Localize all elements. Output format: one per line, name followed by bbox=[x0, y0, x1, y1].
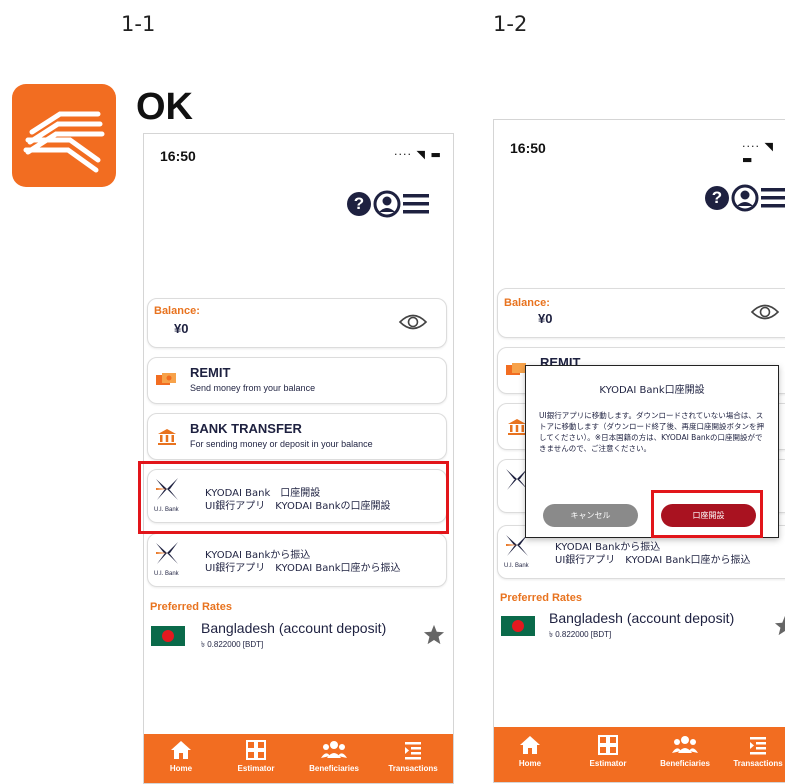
ok-label: OK bbox=[136, 86, 193, 128]
balance-card: Balance: ¥0 bbox=[147, 298, 447, 348]
bank-icon bbox=[508, 419, 526, 435]
bottom-nav: Home Estimator Beneficiaries Transaction… bbox=[494, 727, 785, 782]
home-icon bbox=[520, 736, 540, 754]
help-icon[interactable]: ? bbox=[347, 192, 371, 216]
ui-bank-logo-text: U.I. Bank bbox=[154, 571, 179, 577]
menu-icon[interactable] bbox=[761, 187, 785, 209]
calculator-icon bbox=[246, 740, 266, 760]
ui-bank-logo-text: U.I. Bank bbox=[504, 563, 529, 569]
bangladesh-flag-icon bbox=[151, 626, 185, 646]
nav-estimator[interactable]: Estimator bbox=[578, 735, 638, 768]
nav-home[interactable]: Home bbox=[151, 740, 211, 773]
ui-bank-star-icon bbox=[156, 542, 178, 564]
home-icon bbox=[171, 741, 191, 759]
highlight-box-open-button bbox=[651, 490, 763, 538]
remit-card[interactable]: REMIT Send money from your balance bbox=[147, 357, 447, 404]
profile-icon[interactable] bbox=[373, 190, 401, 218]
rate-name[interactable]: Bangladesh (account deposit) bbox=[201, 620, 386, 636]
nav-home-label: Home bbox=[518, 759, 542, 768]
menu-icon[interactable] bbox=[403, 193, 429, 215]
nav-beneficiaries[interactable]: Beneficiaries bbox=[655, 735, 715, 768]
nav-beneficiaries[interactable]: Beneficiaries bbox=[304, 740, 364, 773]
nav-transactions-label: Transactions bbox=[388, 764, 438, 773]
status-time: 16:50 bbox=[510, 140, 546, 156]
nav-beneficiaries-label: Beneficiaries bbox=[309, 764, 359, 773]
bank-transfer-card[interactable]: BANK TRANSFER For sending money or depos… bbox=[147, 413, 447, 460]
nav-transactions-label: Transactions bbox=[733, 759, 783, 768]
star-icon[interactable] bbox=[774, 615, 785, 636]
star-icon[interactable] bbox=[423, 624, 445, 645]
nav-estimator[interactable]: Estimator bbox=[226, 740, 286, 773]
list-icon bbox=[405, 742, 421, 760]
remit-icon bbox=[156, 373, 176, 385]
bank-icon bbox=[158, 429, 176, 445]
eye-icon[interactable] bbox=[398, 311, 428, 333]
remit-subtitle: Send money from your balance bbox=[190, 383, 316, 393]
nav-home-label: Home bbox=[169, 764, 193, 773]
nav-home[interactable]: Home bbox=[500, 735, 560, 768]
list-icon bbox=[750, 737, 766, 755]
bottom-nav: Home Estimator Beneficiaries Transaction… bbox=[144, 734, 453, 783]
app-logo bbox=[12, 84, 116, 187]
nav-transactions[interactable]: Transactions bbox=[728, 735, 785, 768]
nav-beneficiaries-label: Beneficiaries bbox=[660, 759, 710, 768]
dialog-title: KYODAI Bank口座開設 bbox=[599, 385, 705, 396]
step-label-1-2: 1-2 bbox=[493, 12, 528, 36]
profile-icon[interactable] bbox=[731, 184, 759, 212]
rate-value: ৳ 0.822000 [BDT] bbox=[201, 640, 264, 649]
balance-label: Balance: bbox=[504, 297, 550, 309]
people-icon bbox=[321, 741, 347, 758]
kyodai-transfer-line2: UI銀行アプリ KYODAI Bank口座から振込 bbox=[555, 555, 751, 566]
rate-value: ৳ 0.822000 [BDT] bbox=[549, 630, 612, 639]
preferred-rates-label: Preferred Rates bbox=[150, 601, 232, 613]
dialog-body: UI銀行アプリに移動します。ダウンロードされていない場合は、ストアに移動します（… bbox=[539, 411, 764, 453]
balance-value: ¥0 bbox=[174, 321, 189, 336]
balance-value: ¥0 bbox=[538, 311, 553, 326]
status-icons: ···· ◥ ▬ bbox=[394, 148, 442, 161]
bank-transfer-title: BANK TRANSFER bbox=[190, 421, 302, 436]
calculator-icon bbox=[598, 735, 618, 755]
nav-transactions[interactable]: Transactions bbox=[383, 740, 443, 773]
phone-screen-1: 16:50 ···· ◥ ▬ ? Balance: ¥0 REMIT Send … bbox=[143, 133, 454, 784]
cancel-button[interactable]: キャンセル bbox=[543, 504, 638, 527]
help-icon[interactable]: ? bbox=[705, 186, 729, 210]
rate-name[interactable]: Bangladesh (account deposit) bbox=[549, 610, 734, 626]
eye-icon[interactable] bbox=[750, 301, 780, 323]
nav-estimator-label: Estimator bbox=[589, 759, 627, 768]
status-icons: ···· ◥ ▬ bbox=[742, 140, 774, 166]
logo-stripes-icon bbox=[23, 111, 105, 173]
status-time: 16:50 bbox=[160, 148, 196, 164]
bangladesh-flag-icon bbox=[501, 616, 535, 636]
remit-title: REMIT bbox=[190, 365, 231, 380]
highlight-box-kyodai-open bbox=[138, 461, 449, 534]
balance-label: Balance: bbox=[154, 305, 200, 317]
bank-transfer-subtitle: For sending money or deposit in your bal… bbox=[190, 439, 373, 449]
step-label-1-1: 1-1 bbox=[121, 12, 156, 36]
kyodai-transfer-card[interactable]: U.I. Bank KYODAI Bankから振込 UI銀行アプリ KYODAI… bbox=[147, 533, 447, 587]
nav-estimator-label: Estimator bbox=[237, 764, 275, 773]
preferred-rates-label: Preferred Rates bbox=[500, 592, 582, 604]
balance-card: Balance: ¥0 bbox=[497, 288, 785, 338]
people-icon bbox=[672, 736, 698, 753]
remit-icon bbox=[506, 363, 526, 375]
kyodai-transfer-line2: UI銀行アプリ KYODAI Bank口座から振込 bbox=[205, 563, 401, 574]
